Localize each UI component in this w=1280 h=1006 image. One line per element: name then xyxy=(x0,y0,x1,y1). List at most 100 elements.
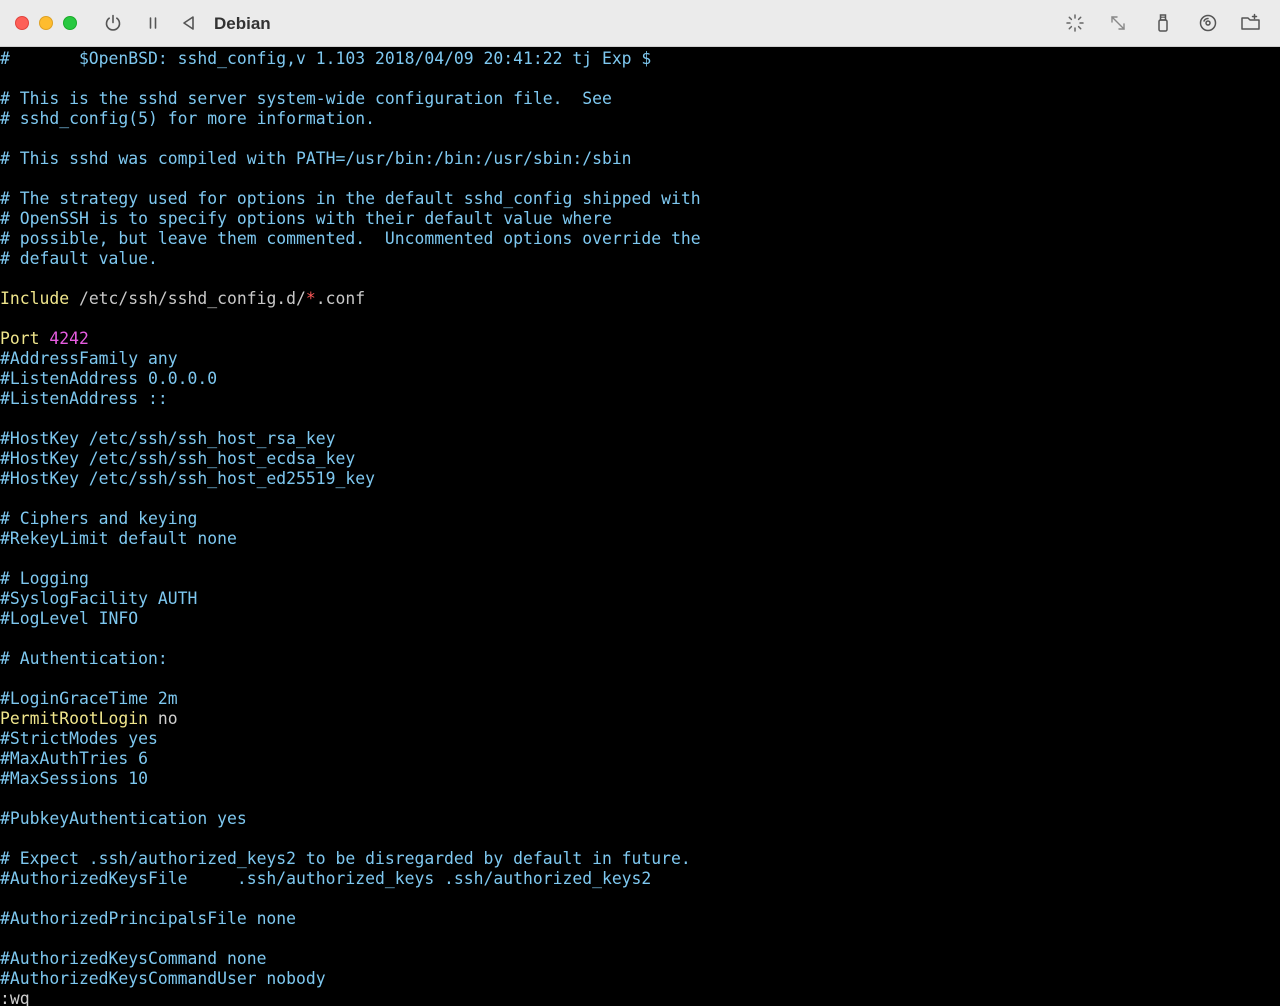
editor-line: # This sshd was compiled with PATH=/usr/… xyxy=(0,149,1280,169)
editor-line: PermitRootLogin no xyxy=(0,709,1280,729)
brightness-icon[interactable] xyxy=(1064,12,1086,34)
directive-keyword: Include xyxy=(0,289,70,308)
comment-text: #LoginGraceTime 2m xyxy=(0,689,178,708)
editor-line: #ListenAddress 0.0.0.0 xyxy=(0,369,1280,389)
editor-line: #AuthorizedKeysCommand none xyxy=(0,949,1280,969)
editor-line: #HostKey /etc/ssh/ssh_host_ecdsa_key xyxy=(0,449,1280,469)
title-bar: Debian xyxy=(0,0,1280,47)
editor-line: #PubkeyAuthentication yes xyxy=(0,809,1280,829)
pause-icon[interactable] xyxy=(142,12,164,34)
directive-path: /etc/ssh/sshd_config.d/ xyxy=(69,289,306,308)
comment-text: # This is the sshd server system-wide co… xyxy=(0,89,612,108)
comment-text: # default value. xyxy=(0,249,158,268)
editor-line: # sshd_config(5) for more information. xyxy=(0,109,1280,129)
editor-line: #StrictModes yes xyxy=(0,729,1280,749)
editor-line: # Logging xyxy=(0,569,1280,589)
comment-text: #AuthorizedKeysCommandUser nobody xyxy=(0,969,326,988)
directive-suffix: .conf xyxy=(315,289,366,308)
comment-text: # sshd_config(5) for more information. xyxy=(0,109,375,128)
editor-line: #RekeyLimit default none xyxy=(0,529,1280,549)
comment-text: # The strategy used for options in the d… xyxy=(0,189,701,208)
comment-text: #PubkeyAuthentication yes xyxy=(0,809,247,828)
comment-text: # Expect .ssh/authorized_keys2 to be dis… xyxy=(0,849,691,868)
directive-keyword: PermitRootLogin xyxy=(0,709,149,728)
comment-text: #AuthorizedPrincipalsFile none xyxy=(0,909,297,928)
minimize-button[interactable] xyxy=(39,16,53,30)
comment-text: #SyslogFacility AUTH xyxy=(0,589,198,608)
vm-window: Debian # $OpenBSD: sshd_config,v 1.103 2… xyxy=(0,0,1280,1006)
directive-value: 4242 xyxy=(39,329,89,348)
comment-text: #ListenAddress :: xyxy=(0,389,168,408)
comment-text: #LogLevel INFO xyxy=(0,609,139,628)
resize-icon[interactable] xyxy=(1107,12,1129,34)
comment-text: # Authentication: xyxy=(0,649,168,668)
directive-keyword: Port xyxy=(0,329,40,348)
comment-text: #AddressFamily any xyxy=(0,349,178,368)
directive-value: no xyxy=(148,709,178,728)
shared-folder-icon[interactable] xyxy=(1240,12,1262,34)
comment-text: #HostKey /etc/ssh/ssh_host_rsa_key xyxy=(0,429,336,448)
comment-text: #MaxAuthTries 6 xyxy=(0,749,149,768)
editor-line: #AuthorizedPrincipalsFile none xyxy=(0,909,1280,929)
comment-text: # OpenSSH is to specify options with the… xyxy=(0,209,612,228)
comment-text: # This sshd was compiled with PATH=/usr/… xyxy=(0,149,632,168)
power-icon[interactable] xyxy=(102,12,124,34)
editor-line: #HostKey /etc/ssh/ssh_host_rsa_key xyxy=(0,429,1280,449)
editor-line: #MaxSessions 10 xyxy=(0,769,1280,789)
editor-line: #AddressFamily any xyxy=(0,349,1280,369)
back-icon[interactable] xyxy=(178,12,200,34)
editor-line: #AuthorizedKeysFile .ssh/authorized_keys… xyxy=(0,869,1280,889)
comment-text: #HostKey /etc/ssh/ssh_host_ecdsa_key xyxy=(0,449,356,468)
comment-text: #RekeyLimit default none xyxy=(0,529,237,548)
editor-line: # The strategy used for options in the d… xyxy=(0,189,1280,209)
command-line: :wq xyxy=(0,989,30,1006)
editor-line: :wq xyxy=(0,989,1280,1006)
comment-text: #AuthorizedKeysFile .ssh/authorized_keys… xyxy=(0,869,652,888)
window-title: Debian xyxy=(214,14,271,33)
editor-line: #SyslogFacility AUTH xyxy=(0,589,1280,609)
comment-text: #ListenAddress 0.0.0.0 xyxy=(0,369,218,388)
maximize-button[interactable] xyxy=(63,16,77,30)
editor-line: # default value. xyxy=(0,249,1280,269)
editor-line: # Expect .ssh/authorized_keys2 to be dis… xyxy=(0,849,1280,869)
editor-line: # Ciphers and keying xyxy=(0,509,1280,529)
editor-line: # possible, but leave them commented. Un… xyxy=(0,229,1280,249)
comment-text: #StrictModes yes xyxy=(0,729,158,748)
comment-text: # Ciphers and keying xyxy=(0,509,198,528)
editor-line: # OpenSSH is to specify options with the… xyxy=(0,209,1280,229)
disc-icon[interactable] xyxy=(1197,12,1219,34)
editor-line: #AuthorizedKeysCommandUser nobody xyxy=(0,969,1280,989)
editor-line: #LogLevel INFO xyxy=(0,609,1280,629)
editor-line: #ListenAddress :: xyxy=(0,389,1280,409)
editor-line: Include /etc/ssh/sshd_config.d/*.conf xyxy=(0,289,1280,309)
editor-line: Port 4242 xyxy=(0,329,1280,349)
editor-line: # Authentication: xyxy=(0,649,1280,669)
close-button[interactable] xyxy=(15,16,29,30)
comment-text: # possible, but leave them commented. Un… xyxy=(0,229,701,248)
comment-text: #MaxSessions 10 xyxy=(0,769,149,788)
vim-editor-buffer[interactable]: # $OpenBSD: sshd_config,v 1.103 2018/04/… xyxy=(0,47,1280,1006)
editor-line: #HostKey /etc/ssh/ssh_host_ed25519_key xyxy=(0,469,1280,489)
editor-line: #MaxAuthTries 6 xyxy=(0,749,1280,769)
usb-icon[interactable] xyxy=(1152,12,1174,34)
directive-glob: * xyxy=(305,289,316,308)
comment-text: # $OpenBSD: sshd_config,v 1.103 2018/04/… xyxy=(0,49,652,68)
editor-line: #LoginGraceTime 2m xyxy=(0,689,1280,709)
comment-text: # Logging xyxy=(0,569,89,588)
comment-text: #HostKey /etc/ssh/ssh_host_ed25519_key xyxy=(0,469,375,488)
editor-line: # $OpenBSD: sshd_config,v 1.103 2018/04/… xyxy=(0,49,1280,69)
comment-text: #AuthorizedKeysCommand none xyxy=(0,949,267,968)
